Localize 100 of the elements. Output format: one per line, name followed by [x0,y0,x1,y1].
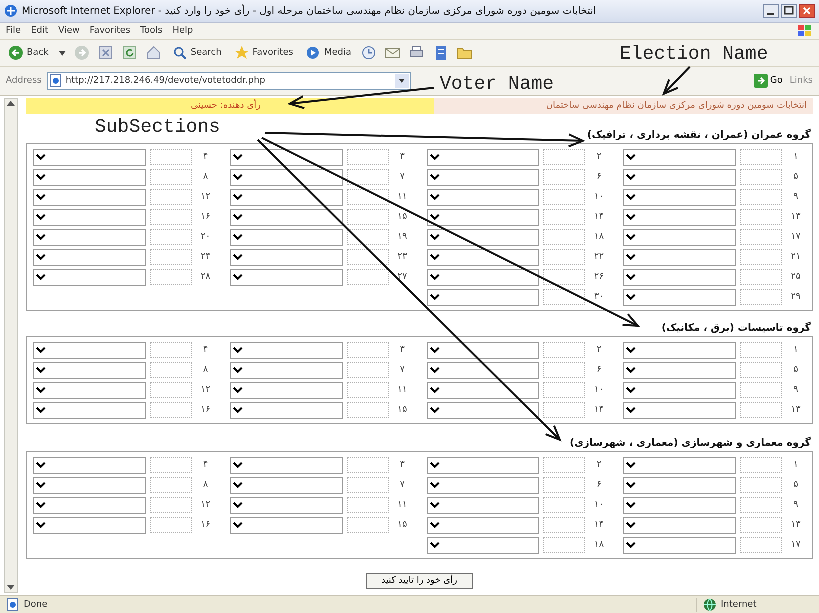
refresh-icon[interactable] [122,45,138,61]
dropdown[interactable] [426,228,540,246]
input-field[interactable] [543,362,586,378]
close-icon[interactable] [799,4,815,18]
input-field[interactable] [150,382,192,398]
toolbar-button[interactable]: Media [303,45,354,61]
input-field[interactable] [740,362,782,378]
input-field[interactable] [346,402,388,418]
input-field[interactable] [150,457,192,473]
input-field[interactable] [740,289,782,305]
input-field[interactable] [740,189,782,205]
input-field[interactable] [150,149,192,165]
menu-item[interactable]: Edit [31,26,48,36]
input-field[interactable] [740,342,782,358]
dropdown[interactable] [426,402,540,418]
toolbar-button[interactable]: Favorites [232,45,296,61]
input-field[interactable] [543,169,586,185]
input-field[interactable] [543,189,586,205]
input-field[interactable] [346,457,388,473]
input-field[interactable] [346,342,388,358]
toolbar-button[interactable]: Search [170,45,224,61]
caret-icon[interactable] [58,50,66,56]
dropdown[interactable] [426,342,540,358]
menu-item[interactable]: View [58,26,80,36]
home-icon[interactable] [146,45,162,61]
menu-item[interactable]: Favorites [90,26,131,36]
input-field[interactable] [346,249,388,265]
input-field[interactable] [740,209,782,225]
scroll-down-icon[interactable] [6,582,16,592]
input-field[interactable] [150,249,192,265]
input-field[interactable] [346,189,388,205]
input-field[interactable] [346,517,388,533]
input-field[interactable] [740,537,782,553]
input-field[interactable] [543,269,586,285]
input-field[interactable] [740,249,782,265]
input-field[interactable] [346,209,388,225]
input-field[interactable] [150,497,192,513]
input-field[interactable] [346,477,388,493]
input-field[interactable] [150,477,192,493]
minimize-icon[interactable] [763,4,779,18]
input-field[interactable] [740,382,782,398]
scrollbar[interactable] [4,98,18,593]
input-field[interactable] [346,382,388,398]
dropdown[interactable] [230,148,342,166]
input-field[interactable] [543,149,586,165]
dropdown[interactable] [426,248,540,266]
dropdown[interactable] [426,382,540,398]
input-field[interactable] [346,149,388,165]
dropdown[interactable] [230,168,342,186]
scroll-up-icon[interactable] [6,99,16,109]
input-field[interactable] [543,497,586,513]
input-field[interactable] [150,269,192,285]
dropdown[interactable] [426,362,540,378]
input-field[interactable] [543,537,586,553]
input-field[interactable] [740,477,782,493]
input-field[interactable] [346,497,388,513]
input-field[interactable] [346,229,388,245]
input-field[interactable] [543,402,586,418]
input-field[interactable] [543,229,586,245]
input-field[interactable] [150,169,192,185]
input-field[interactable] [740,497,782,513]
input-field[interactable] [150,229,192,245]
input-field[interactable] [150,402,192,418]
input-field[interactable] [346,362,388,378]
input-field[interactable] [740,229,782,245]
input-field[interactable] [740,517,782,533]
clock-icon[interactable] [361,45,378,61]
input-field[interactable] [150,362,192,378]
input-field[interactable] [543,477,586,493]
input-field[interactable] [543,249,586,265]
toolbar-button[interactable]: Back [6,45,51,61]
input-field[interactable] [150,342,192,358]
input-field[interactable] [740,169,782,185]
input-field[interactable] [740,402,782,418]
input-field[interactable] [150,517,192,533]
menu-item[interactable]: Tools [140,26,163,36]
stop-icon[interactable] [98,45,114,61]
menu-item[interactable]: Help [172,26,194,36]
input-field[interactable] [543,457,586,473]
input-field[interactable] [740,269,782,285]
input-field[interactable] [346,169,388,185]
input-field[interactable] [346,269,388,285]
input-field[interactable] [150,209,192,225]
input-field[interactable] [543,209,586,225]
dropdown[interactable] [426,208,540,226]
input-field[interactable] [543,517,586,533]
input-field[interactable] [543,289,586,305]
submit-button[interactable]: رأی خود را تایید کنید [366,573,473,589]
input-field[interactable] [543,342,586,358]
address-field[interactable]: http://217.218.246.49/devote/votetoddr.php [46,72,411,90]
dropdown[interactable] [230,208,342,226]
input-field[interactable] [740,149,782,165]
input-field[interactable] [740,457,782,473]
maximize-icon[interactable] [781,4,797,18]
menu-item[interactable]: File [6,26,22,36]
dropdown[interactable] [230,188,342,206]
go-button[interactable]: Go [752,74,785,88]
input-field[interactable] [150,189,192,205]
dropdown[interactable] [426,268,540,286]
input-field[interactable] [543,382,586,398]
